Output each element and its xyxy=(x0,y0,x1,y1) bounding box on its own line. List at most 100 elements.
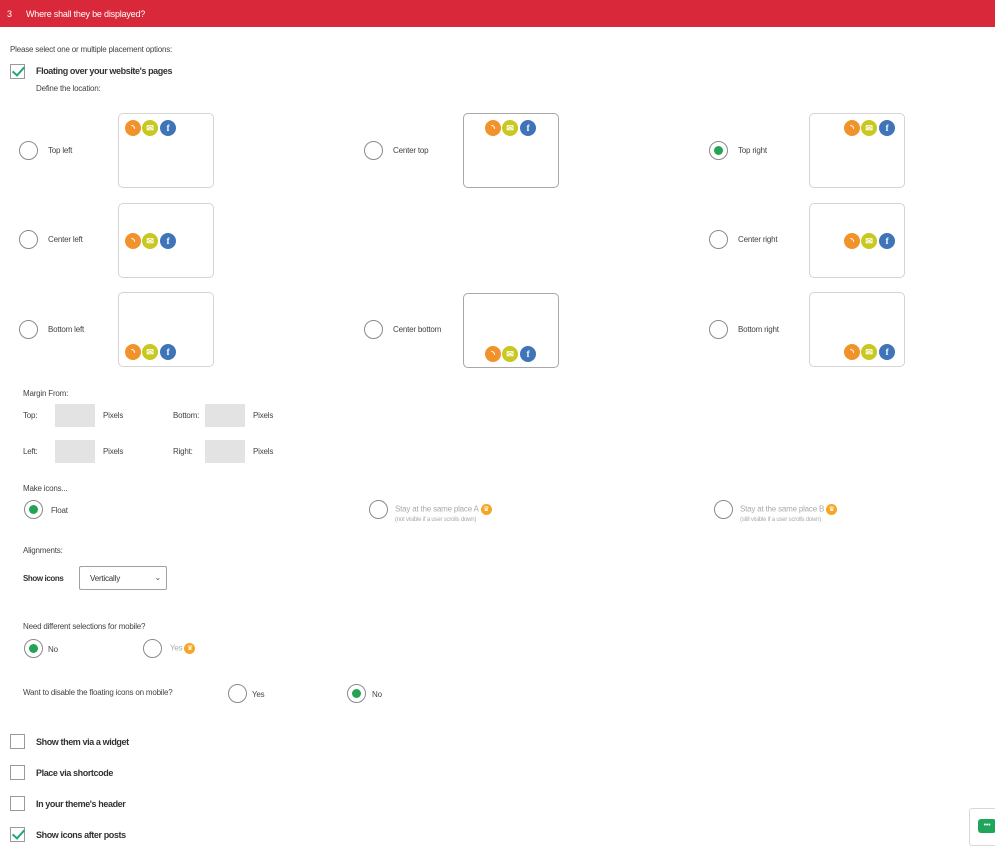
preview-center-top: ◝ ✉ f xyxy=(463,113,559,188)
facebook-icon: f xyxy=(160,233,176,249)
rss-icon: ◝ xyxy=(485,120,501,136)
floating-checkbox[interactable] xyxy=(10,64,25,79)
facebook-icon: f xyxy=(520,120,536,136)
radio-float[interactable] xyxy=(24,500,43,519)
chat-icon: ••• xyxy=(978,819,995,833)
margin-title: Margin From: xyxy=(23,389,69,398)
label-disable-yes: Yes xyxy=(252,690,265,699)
label-center-top: Center top xyxy=(393,146,429,155)
rss-icon: ◝ xyxy=(844,233,860,249)
radio-center-right[interactable] xyxy=(709,230,728,249)
radio-disable-yes[interactable] xyxy=(228,684,247,703)
label-bottom-left: Bottom left xyxy=(48,325,85,334)
label-stay-a: Stay at the same place A ♛ xyxy=(395,504,492,515)
radio-top-right[interactable] xyxy=(709,141,728,160)
radio-center-top[interactable] xyxy=(364,141,383,160)
shortcode-checkbox[interactable] xyxy=(10,765,25,780)
rss-icon: ◝ xyxy=(844,120,860,136)
radio-center-bottom[interactable] xyxy=(364,320,383,339)
preview-center-left: ◝ ✉ f xyxy=(118,203,214,278)
header-checkbox[interactable] xyxy=(10,796,25,811)
preview-center-bottom: ◝ ✉ f xyxy=(463,293,559,368)
radio-bottom-left[interactable] xyxy=(19,320,38,339)
crown-icon: ♛ xyxy=(184,643,196,654)
facebook-icon: f xyxy=(879,344,895,360)
email-icon: ✉ xyxy=(502,120,518,136)
margin-right-label: Right: xyxy=(173,447,193,456)
stay-a-text: Stay at the same place A xyxy=(395,504,479,514)
radio-bottom-right[interactable] xyxy=(709,320,728,339)
radio-top-left[interactable] xyxy=(19,141,38,160)
stay-a-note: (not visible if a user scrolls down) xyxy=(395,517,477,523)
label-top-right: Top right xyxy=(738,146,767,155)
margin-left-input[interactable] xyxy=(55,440,95,463)
radio-stay-b[interactable] xyxy=(714,500,733,519)
rss-icon: ◝ xyxy=(485,346,501,362)
label-center-right: Center right xyxy=(738,235,778,244)
email-icon: ✉ xyxy=(861,344,877,360)
rss-icon: ◝ xyxy=(844,344,860,360)
floating-label: Floating over your website's pages xyxy=(36,66,173,76)
section-title: Where shall they be displayed? xyxy=(26,9,146,19)
after-posts-checkbox[interactable] xyxy=(10,827,25,842)
icon-group: ◝ ✉ f xyxy=(844,233,896,251)
email-icon: ✉ xyxy=(861,120,877,136)
margin-right-unit: Pixels xyxy=(253,447,274,456)
email-icon: ✉ xyxy=(142,233,158,249)
mobile-yes-text: Yes xyxy=(170,643,183,653)
margin-left-label: Left: xyxy=(23,447,38,456)
shortcode-label: Place via shortcode xyxy=(36,768,113,778)
radio-mobile-no[interactable] xyxy=(24,639,43,658)
crown-icon: ♛ xyxy=(826,504,838,515)
radio-disable-no[interactable] xyxy=(347,684,366,703)
preview-bottom-right: ◝ ✉ f xyxy=(809,292,905,367)
facebook-icon: f xyxy=(160,120,176,136)
label-center-bottom: Center bottom xyxy=(393,325,442,334)
chevron-down-icon: ⌄ xyxy=(154,573,161,582)
margin-bottom-label: Bottom: xyxy=(173,411,200,420)
label-disable-no: No xyxy=(372,690,382,699)
step-number: 3 xyxy=(7,9,12,19)
show-icons-label: Show icons xyxy=(23,574,64,583)
make-icons-title: Make icons... xyxy=(23,484,68,493)
alignment-value: Vertically xyxy=(90,574,121,583)
icon-group: ◝ ✉ f xyxy=(125,120,177,138)
email-icon: ✉ xyxy=(142,344,158,360)
margin-top-unit: Pixels xyxy=(103,411,124,420)
intro-text: Please select one or multiple placement … xyxy=(10,45,173,54)
label-mobile-no: No xyxy=(48,645,58,654)
alignment-select[interactable]: Vertically ⌄ xyxy=(79,566,167,590)
preview-top-left: ◝ ✉ f xyxy=(118,113,214,188)
label-top-left: Top left xyxy=(48,146,73,155)
icon-group: ◝ ✉ f xyxy=(485,346,537,364)
label-mobile-yes: Yes ♛ xyxy=(170,643,196,654)
radio-center-left[interactable] xyxy=(19,230,38,249)
after-posts-label: Show icons after posts xyxy=(36,830,126,840)
widget-checkbox[interactable] xyxy=(10,734,25,749)
label-float: Float xyxy=(51,506,68,515)
radio-stay-a[interactable] xyxy=(369,500,388,519)
margin-top-label: Top: xyxy=(23,411,38,420)
preview-center-right: ◝ ✉ f xyxy=(809,203,905,278)
preview-bottom-left: ◝ ✉ f xyxy=(118,292,214,367)
margin-top-input[interactable] xyxy=(55,404,95,427)
icon-group: ◝ ✉ f xyxy=(125,344,177,362)
rss-icon: ◝ xyxy=(125,233,141,249)
chat-widget[interactable]: ••• xyxy=(969,808,995,846)
define-location-text: Define the location: xyxy=(36,84,101,93)
margin-right-input[interactable] xyxy=(205,440,245,463)
margin-bottom-unit: Pixels xyxy=(253,411,274,420)
facebook-icon: f xyxy=(879,233,895,249)
label-bottom-right: Bottom right xyxy=(738,325,779,334)
header-label: In your theme's header xyxy=(36,799,126,809)
margin-bottom-input[interactable] xyxy=(205,404,245,427)
email-icon: ✉ xyxy=(861,233,877,249)
facebook-icon: f xyxy=(879,120,895,136)
email-icon: ✉ xyxy=(502,346,518,362)
label-center-left: Center left xyxy=(48,235,83,244)
email-icon: ✉ xyxy=(142,120,158,136)
facebook-icon: f xyxy=(160,344,176,360)
radio-mobile-yes[interactable] xyxy=(143,639,162,658)
facebook-icon: f xyxy=(520,346,536,362)
icon-group: ◝ ✉ f xyxy=(844,120,896,138)
